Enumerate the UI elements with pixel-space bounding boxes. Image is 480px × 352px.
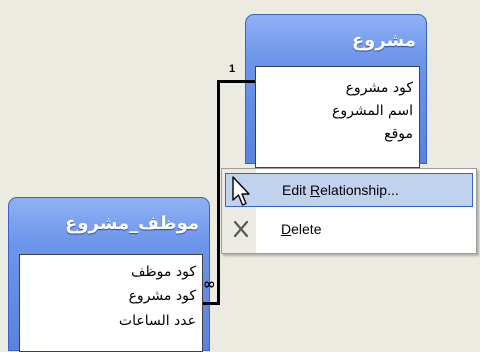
context-menu: Edit Relationship... Delete bbox=[221, 168, 477, 254]
menu-item-edit-relationship[interactable]: Edit Relationship... bbox=[225, 173, 473, 207]
field-project-location[interactable]: موقع bbox=[384, 126, 413, 142]
table-employee-project-window[interactable]: موظف_مشروع كود موظف كود مشروع عدد الساعا… bbox=[8, 197, 210, 352]
mouse-pointer-icon bbox=[232, 176, 254, 214]
table-project-field-list: كود مشروع اسم المشروع موقع bbox=[255, 66, 420, 168]
menu-item-edit-relationship-label: Edit Relationship... bbox=[282, 182, 399, 198]
field-hours-count[interactable]: عدد الساعات bbox=[119, 313, 196, 329]
field-project-name[interactable]: اسم المشروع bbox=[332, 103, 413, 119]
field-project-code[interactable]: كود مشروع bbox=[346, 80, 413, 96]
table-employee-project-title[interactable]: موظف_مشروع bbox=[9, 198, 199, 250]
relationship-one-label: 1 bbox=[229, 63, 236, 75]
relationship-line-vertical bbox=[217, 80, 220, 304]
relationship-line-bottom bbox=[203, 302, 220, 305]
field-employee-code[interactable]: كود موظف bbox=[131, 264, 196, 280]
table-project-window[interactable]: مشروع كود مشروع اسم المشروع موقع bbox=[245, 14, 427, 168]
menu-item-delete-label: Delete bbox=[281, 221, 322, 237]
table-employee-project-field-list: كود موظف كود مشروع عدد الساعات bbox=[19, 254, 203, 352]
table-project-title[interactable]: مشروع bbox=[246, 15, 416, 67]
menu-item-delete[interactable]: Delete bbox=[225, 213, 473, 247]
delete-x-icon bbox=[233, 220, 249, 241]
relationship-many-label: ∞ bbox=[203, 275, 216, 293]
relationship-line-top bbox=[225, 80, 255, 83]
relationship-line-top-join bbox=[217, 80, 227, 83]
field-employee-project-code[interactable]: كود مشروع bbox=[129, 288, 196, 304]
